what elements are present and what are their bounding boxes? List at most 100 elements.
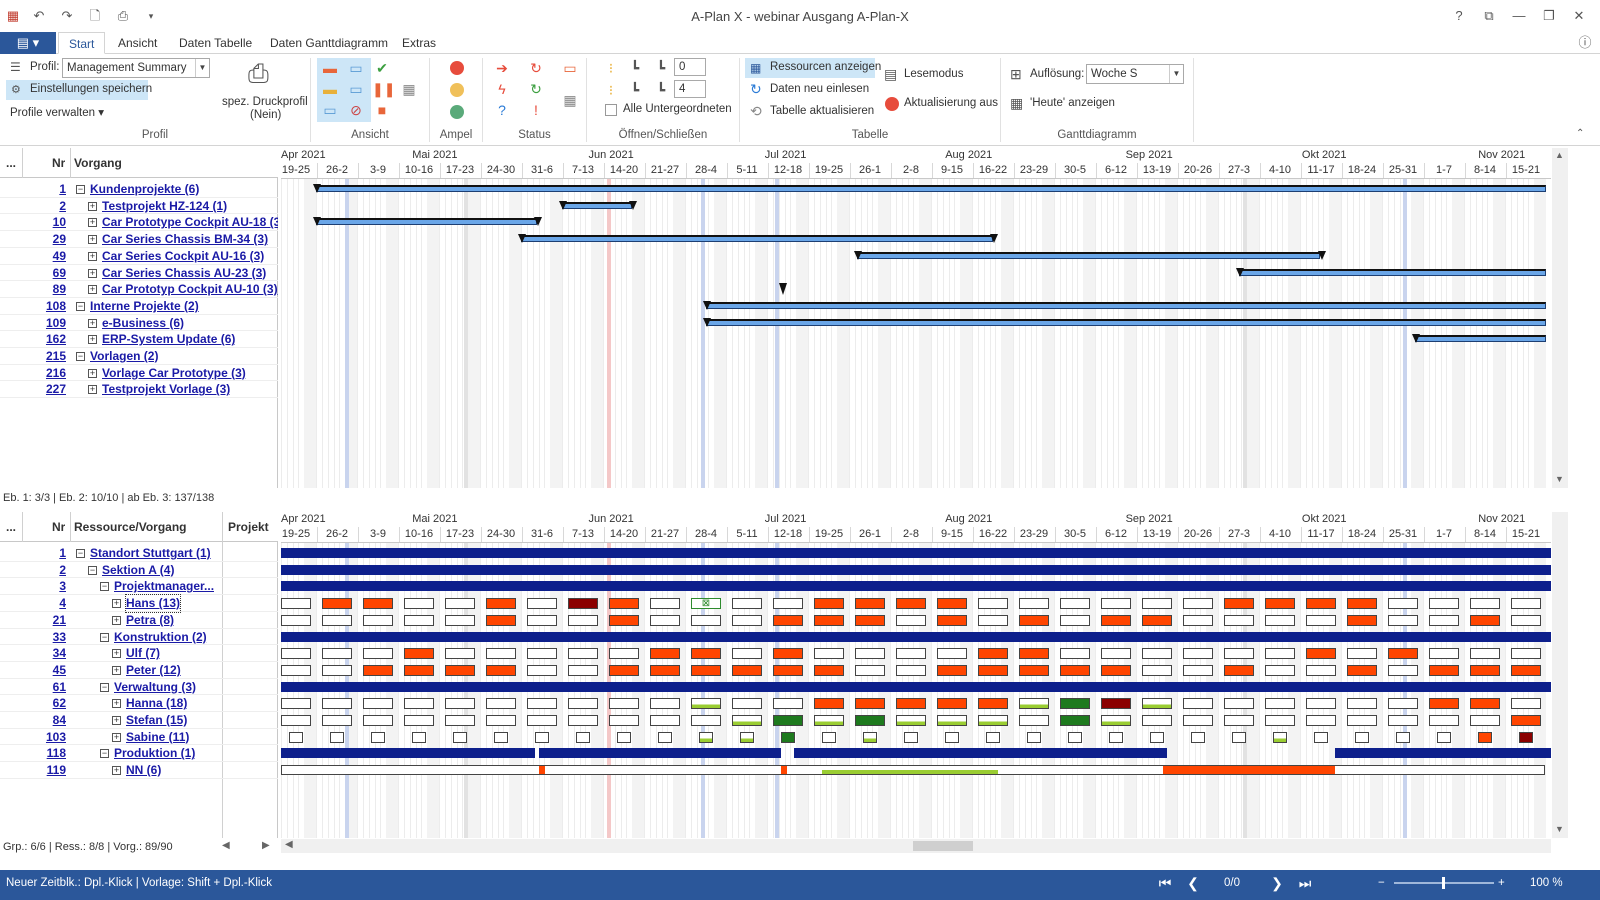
resource-week-cell[interactable] — [1347, 698, 1377, 710]
resource-load-fill[interactable] — [539, 766, 546, 775]
status-grid-icon[interactable]: ▦ — [560, 92, 580, 108]
resource-week-cell[interactable] — [855, 648, 885, 660]
row-number[interactable]: 3 — [40, 578, 66, 595]
resource-week-cell[interactable] — [986, 731, 1000, 743]
resource-week-cell[interactable] — [1265, 598, 1295, 610]
row-label[interactable]: Testprojekt Vorlage (3) — [102, 381, 230, 398]
resource-week-cell[interactable] — [527, 598, 557, 610]
resource-week-cell[interactable] — [568, 648, 598, 660]
resource-week-cell[interactable] — [1388, 598, 1418, 610]
resource-week-cell[interactable] — [568, 598, 598, 610]
toggle-expand-icon[interactable]: + — [112, 699, 121, 709]
resource-week-cell[interactable] — [1306, 614, 1336, 626]
minimize-button[interactable]: — — [1506, 7, 1532, 25]
resource-week-cell[interactable] — [527, 698, 557, 710]
toggle-expand-icon[interactable]: + — [88, 235, 97, 245]
resource-week-cell[interactable] — [650, 614, 680, 626]
level-close-icon[interactable]: ⁝ — [604, 82, 618, 98]
resource-week-cell[interactable] — [1101, 715, 1131, 726]
resource-week-cell[interactable] — [1224, 614, 1254, 626]
toggle-expand-icon[interactable]: + — [88, 218, 97, 228]
toggle-collapse-icon[interactable]: − — [76, 352, 85, 361]
resource-week-cell[interactable] — [691, 664, 721, 676]
resource-week-cell[interactable] — [1273, 731, 1287, 743]
daten-neu-einlesen-button[interactable]: Daten neu einlesen — [770, 83, 869, 95]
row-number[interactable]: 162 — [40, 331, 66, 348]
alle-untergeordneten-checkbox[interactable] — [605, 104, 617, 116]
resource-week-cell[interactable] — [691, 698, 721, 710]
resource-week-cell[interactable] — [1101, 698, 1131, 710]
row-number[interactable]: 34 — [40, 645, 66, 662]
tab-start[interactable]: Start — [58, 32, 106, 54]
toggle-expand-icon[interactable]: + — [88, 201, 97, 211]
row-label[interactable]: Car Prototyp Cockpit AU-10 (3) — [102, 281, 278, 298]
save-settings-button[interactable]: ⚙ Einstellungen speichern — [6, 80, 152, 100]
resource-group-bar[interactable] — [281, 581, 1551, 592]
resource-week-cell[interactable] — [1142, 715, 1172, 726]
resource-week-cell[interactable] — [1232, 731, 1246, 743]
resource-week-cell[interactable] — [281, 715, 311, 726]
resource-week-cell[interactable] — [1019, 715, 1049, 726]
resource-week-cell[interactable] — [281, 698, 311, 710]
resource-week-cell[interactable] — [1511, 614, 1541, 626]
resource-week-cell[interactable] — [609, 698, 639, 710]
row-label[interactable]: Sabine (11) — [126, 729, 189, 746]
resource-week-cell[interactable] — [1060, 614, 1090, 626]
toggle-collapse-icon[interactable]: − — [76, 549, 85, 558]
resource-week-cell[interactable] — [322, 614, 352, 626]
resource-week-cell[interactable] — [896, 715, 926, 726]
resource-week-cell[interactable] — [937, 598, 967, 610]
resource-week-cell[interactable] — [896, 698, 926, 710]
row-number[interactable]: 21 — [40, 612, 66, 629]
resource-week-cell[interactable] — [494, 731, 508, 743]
row-number[interactable]: 49 — [40, 248, 66, 265]
zoom-out-button[interactable]: − — [1378, 870, 1385, 896]
resource-week-cell[interactable] — [445, 698, 475, 710]
resource-week-cell[interactable] — [1019, 698, 1049, 710]
print-profile-label[interactable]: spez. Druckprofil — [222, 96, 308, 108]
resource-week-cell[interactable] — [576, 731, 590, 743]
row-label[interactable]: Car Series Cockpit AU-16 (3) — [102, 248, 264, 265]
row-label[interactable]: NN (6) — [126, 762, 161, 779]
toggle-expand-icon[interactable]: + — [88, 385, 97, 395]
row-label[interactable]: Standort Stuttgart (1) — [90, 545, 211, 562]
collapse-to-level-icon[interactable]: ┗ — [652, 82, 670, 98]
resource-week-cell[interactable] — [1101, 598, 1131, 610]
resource-week-cell[interactable] — [1429, 614, 1459, 626]
resource-week-cell[interactable] — [322, 648, 352, 660]
resource-week-cell[interactable] — [453, 731, 467, 743]
zoom-slider-thumb[interactable] — [1442, 877, 1445, 889]
tab-daten-tabelle[interactable]: Daten Tabelle — [169, 32, 262, 54]
resource-week-cell[interactable] — [1511, 664, 1541, 676]
resource-week-cell[interactable] — [1511, 648, 1541, 660]
resource-week-cell[interactable] — [1470, 614, 1500, 626]
toggle-collapse-icon[interactable]: − — [76, 301, 85, 311]
info-icon[interactable]: ⓘ — [1572, 34, 1598, 52]
toggle-collapse-icon[interactable]: − — [100, 582, 109, 592]
resource-week-cell[interactable] — [691, 648, 721, 660]
resource-week-cell[interactable] — [1429, 598, 1459, 610]
traffic-light-yellow-icon[interactable] — [450, 83, 464, 97]
row-number[interactable]: 61 — [40, 679, 66, 696]
toggle-expand-icon[interactable]: + — [112, 649, 121, 659]
resource-week-cell[interactable] — [773, 614, 803, 626]
tabelle-aktualisieren-button[interactable]: Tabelle aktualisieren — [770, 105, 874, 117]
row-label[interactable]: Verwaltung (3) — [114, 679, 196, 696]
resource-week-cell[interactable] — [773, 698, 803, 710]
row-label[interactable]: Car Series Chassis BM-34 (3) — [102, 231, 268, 248]
resource-week-cell[interactable] — [1347, 598, 1377, 610]
toggle-collapse-icon[interactable]: − — [100, 632, 109, 642]
resource-week-cell[interactable] — [1068, 731, 1082, 743]
resource-group-bar[interactable] — [281, 748, 536, 759]
first-page-icon[interactable]: ⏮ — [1154, 870, 1176, 896]
lesemodus-button[interactable]: Lesemodus — [904, 68, 963, 80]
row-label[interactable]: Interne Projekte (2) — [90, 298, 199, 315]
resource-week-cell[interactable] — [896, 664, 926, 676]
resource-week-cell[interactable] — [568, 614, 598, 626]
resource-week-cell[interactable] — [945, 731, 959, 743]
resource-week-cell[interactable] — [568, 698, 598, 710]
bar-cancel-icon[interactable]: ⊘ — [346, 102, 366, 118]
row-number[interactable]: 109 — [40, 315, 66, 332]
next-page-icon[interactable]: ❯ — [1266, 870, 1288, 896]
close-button[interactable]: ✕ — [1566, 7, 1592, 25]
